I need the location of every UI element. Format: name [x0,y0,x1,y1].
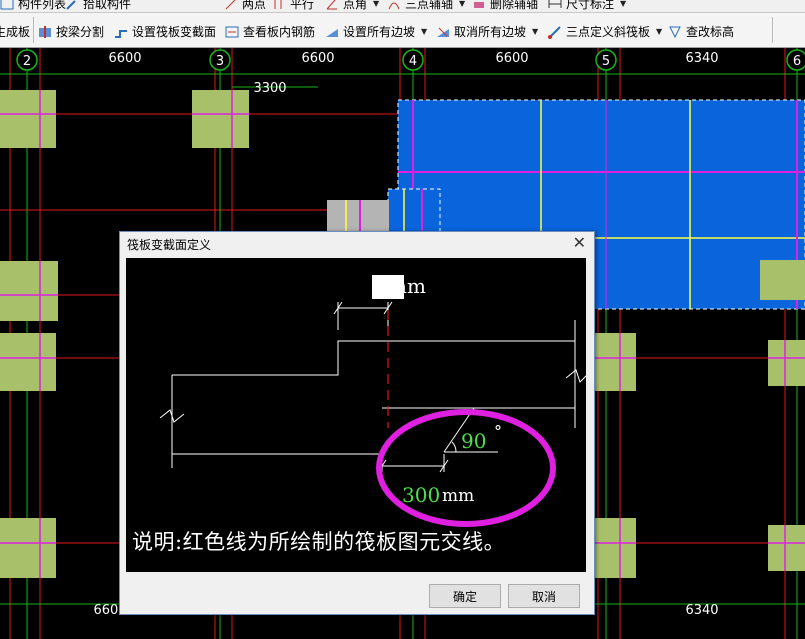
three-point-slant-raft-button[interactable]: 三点定义斜筏板 ▼ [548,23,662,40]
dialog-title: 筏板变截面定义 [127,238,212,252]
eraser-icon [472,0,486,11]
cancel-all-slopes-button[interactable]: 取消所有边坡 ▼ [436,23,538,40]
chevron-down-icon[interactable]: ▼ [373,0,379,8]
generate-slab-button[interactable]: 生成板 [0,23,30,40]
width-input[interactable] [402,482,446,508]
degree-symbol: ° [494,422,502,441]
cancel-button[interactable]: 取消 [508,584,580,608]
parallel-axis-button[interactable]: 平行 [272,0,314,12]
axis-number: 5 [602,54,610,69]
raft-section-dialog: 筏板变截面定义 ✕ mm 90 ° 300 mm 说明:红色线为所绘制的筏板图元… [119,231,595,615]
axis-bubble-3: 3 [209,49,231,71]
chevron-down-icon[interactable]: ▼ [620,0,626,8]
close-icon[interactable]: ✕ [573,233,586,252]
chevron-down-icon[interactable]: ▼ [532,27,538,36]
sub-dimension: 3300 [253,81,286,96]
toolbar-row-1: 构件列表 拾取构件 两点 平行 点角 ▼ 三点辅轴 ▼ 删除辅轴 尺寸标注 ▼ [0,0,805,13]
edit-elevation-button[interactable]: 查改标高 [668,23,734,40]
axis-bubble-5: 5 [595,49,617,71]
bottom-dimension: 6340 [685,603,718,618]
axis-number: 2 [23,54,31,69]
view-slab-rebar-button[interactable]: 查看板内钢筋 [225,23,315,40]
toolbar-row-2: 生成板 按梁分割 设置筏板变截面 查看板内钢筋 设置所有边坡▼ 取消所有边坡▼ … [0,13,805,48]
angle-input[interactable] [461,428,497,454]
three-point-icon [387,0,401,11]
width-unit: mm [442,486,475,506]
slant-raft-icon [548,25,562,39]
axis-bubble-6: 6 [786,49,805,71]
toolbar-divider [33,17,34,43]
dimension-button[interactable]: 尺寸标注 ▼ [548,0,626,12]
two-point-icon [224,0,238,11]
pick-component-button[interactable]: 拾取构件 [65,0,131,12]
list-icon [0,0,14,11]
axis-bubble-2: 2 [16,49,38,71]
parallel-icon [272,0,286,11]
component-list-button[interactable]: 构件列表 [0,0,66,12]
section-diagram [159,301,586,527]
chevron-down-icon[interactable]: ▼ [459,0,465,8]
slope-icon [325,25,339,39]
axis-bubble-4: 4 [402,49,424,71]
set-raft-section-button[interactable]: 设置筏板变截面 [114,23,216,40]
rebar-icon [225,25,239,39]
dimension-icon [548,0,562,11]
top-dimension: 6600 [301,51,334,66]
top-dimension: 6600 [108,51,141,66]
depth-unit: mm [388,274,426,298]
chevron-down-icon[interactable]: ▼ [656,27,662,36]
set-all-slopes-button[interactable]: 设置所有边坡 ▼ [325,23,427,40]
angle-icon [325,0,339,11]
ok-button[interactable]: 确定 [429,584,501,608]
point-angle-axis-button[interactable]: 点角 ▼ [325,0,379,12]
section-diagram-panel: mm ° mm 说明:红色线为所绘制的筏板图元交线。 [126,258,586,572]
raft-section-icon [114,25,128,39]
split-icon [38,25,52,39]
toolbar-divider [772,17,773,43]
axis-number: 3 [216,54,224,69]
axis-number: 6 [793,54,801,69]
pick-icon [65,0,79,11]
instruction-note: 说明:红色线为所绘制的筏板图元交线。 [132,530,506,554]
split-by-beam-button[interactable]: 按梁分割 [38,23,104,40]
delete-axis-button[interactable]: 删除辅轴 [472,0,538,12]
top-dimension: 6340 [685,51,718,66]
cancel-slope-icon [436,25,450,39]
top-dimension: 6600 [495,51,528,66]
three-point-axis-button[interactable]: 三点辅轴 ▼ [387,0,465,12]
two-point-axis-button[interactable]: 两点 [224,0,266,12]
chevron-down-icon[interactable]: ▼ [421,27,427,36]
axis-number: 4 [409,54,417,69]
elevation-icon [668,25,682,39]
